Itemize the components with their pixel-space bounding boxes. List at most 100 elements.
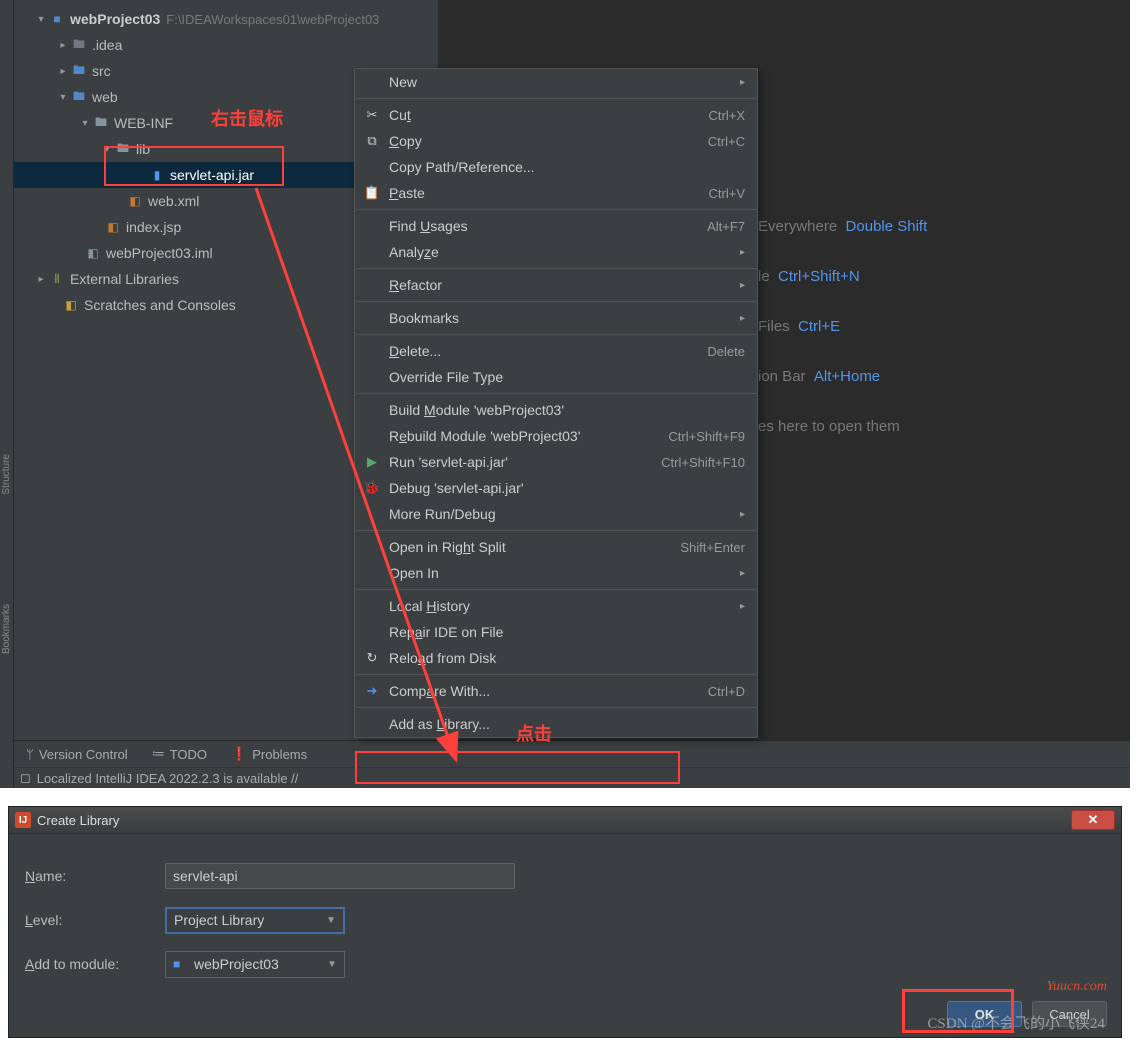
chevron-right-icon[interactable]: ▸ <box>56 40 70 51</box>
chevron-right-icon: ▸ <box>740 601 745 612</box>
menu-label: Bookmarks <box>389 310 459 326</box>
name-input[interactable] <box>165 863 515 889</box>
ide-window: Structure Bookmarks ▾ ■ webProject03 F:\… <box>0 0 1130 788</box>
folder-icon: 🖿 <box>92 114 110 132</box>
jsp-file-icon: ◧ <box>104 218 122 236</box>
dialog-titlebar[interactable]: IJ Create Library ✕ <box>9 807 1121 834</box>
chevron-right-icon[interactable]: ▸ <box>56 66 70 77</box>
annotation-click: 点击 <box>516 720 552 746</box>
menu-item-open-in-right-split[interactable]: Open in Right SplitShift+Enter <box>355 534 757 560</box>
menu-shortcut: Delete <box>707 344 745 359</box>
menu-item-more-run-debug[interactable]: More Run/Debug ▸ <box>355 501 757 527</box>
folder-icon: 🖿 <box>114 140 132 158</box>
menu-label: Rebuild Module 'webProject03' <box>389 428 580 444</box>
menu-separator <box>355 209 757 210</box>
sidebar-structure[interactable]: Structure <box>1 454 12 495</box>
web-folder-icon: 🖿 <box>70 88 88 106</box>
chevron-right-icon: ▸ <box>740 280 745 291</box>
menu-item-bookmarks[interactable]: Bookmarks▸ <box>355 305 757 331</box>
menu-label: Compare With... <box>389 683 490 699</box>
watermark-yuucn: Yuucn.com <box>1046 979 1107 995</box>
status-todo[interactable]: ≔TODO <box>140 746 219 762</box>
annotation-rightclick: 右击鼠标 <box>211 105 283 131</box>
menu-label: New <box>389 74 417 90</box>
menu-item-run-servlet-api-jar[interactable]: ▶Run 'servlet-api.jar'Ctrl+Shift+F10 <box>355 449 757 475</box>
menu-item-local-history[interactable]: Local History▸ <box>355 593 757 619</box>
chevron-down-icon: ▼ <box>327 959 337 970</box>
chevron-down-icon[interactable]: ▾ <box>56 92 70 103</box>
status-version-control[interactable]: ᛘVersion Control <box>14 747 140 762</box>
menu-item-refactor[interactable]: Refactor ▸ <box>355 272 757 298</box>
chevron-down-icon: ▼ <box>326 915 336 926</box>
menu-item-build-module-webproject03[interactable]: Build Module 'webProject03' <box>355 397 757 423</box>
menu-shortcut: Ctrl+X <box>709 108 745 123</box>
create-library-dialog[interactable]: IJ Create Library ✕ Name: Level: Project… <box>8 806 1122 1038</box>
menu-item-repair-ide-on-file[interactable]: Repair IDE on File <box>355 619 757 645</box>
context-menu[interactable]: New▸✂CutCtrl+X⧉CopyCtrl+CCopy Path/Refer… <box>354 68 758 738</box>
chevron-down-icon[interactable]: ▾ <box>34 14 48 25</box>
menu-item-reload-from-disk[interactable]: ↻Reload from Disk <box>355 645 757 671</box>
menu-item-analyze[interactable]: Analyze▸ <box>355 239 757 265</box>
menu-label: Copy Path/Reference... <box>389 159 535 175</box>
dialog-container: IJ Create Library ✕ Name: Level: Project… <box>0 806 1130 1042</box>
level-combo[interactable]: Project Library▼ <box>165 907 345 934</box>
menu-item-new[interactable]: New▸ <box>355 69 757 95</box>
menu-label: Run 'servlet-api.jar' <box>389 454 508 470</box>
status-bar-tools: ᛘVersion Control ≔TODO ❗Problems <box>14 740 1130 767</box>
menu-shortcut: Shift+Enter <box>680 540 745 555</box>
status-problems[interactable]: ❗Problems <box>219 746 319 762</box>
menu-item-open-in[interactable]: Open In▸ <box>355 560 757 586</box>
menu-item-rebuild-module-webproject03[interactable]: Rebuild Module 'webProject03'Ctrl+Shift+… <box>355 423 757 449</box>
menu-item-cut[interactable]: ✂CutCtrl+X <box>355 102 757 128</box>
menu-item-delete[interactable]: Delete... Delete <box>355 338 757 364</box>
menu-label: Open In <box>389 565 439 581</box>
menu-icon: ➜ <box>363 683 381 699</box>
menu-separator <box>355 707 757 708</box>
menu-item-copy[interactable]: ⧉CopyCtrl+C <box>355 128 757 154</box>
menu-icon: 🐞 <box>363 480 381 496</box>
module-combo[interactable]: ■webProject03▼ <box>165 951 345 978</box>
project-name: webProject03 <box>70 11 160 27</box>
menu-label: More Run/Debug <box>389 506 496 522</box>
hint-recent-files: Files Ctrl+E <box>758 318 840 335</box>
watermark-csdn: CSDN @不会飞的小飞侠24 <box>927 1012 1105 1033</box>
menu-separator <box>355 334 757 335</box>
left-gutter: Structure Bookmarks <box>0 0 14 788</box>
tree-node-idea[interactable]: ▸🖿.idea <box>14 32 438 58</box>
menu-item-override-file-type[interactable]: Override File Type <box>355 364 757 390</box>
sidebar-bookmarks[interactable]: Bookmarks <box>1 604 12 654</box>
module-icon: ■ <box>173 957 189 971</box>
chevron-right-icon[interactable]: ▸ <box>34 274 48 285</box>
hint-search-everywhere: Everywhere Double Shift <box>758 218 927 235</box>
menu-separator <box>355 393 757 394</box>
menu-label: Build Module 'webProject03' <box>389 402 564 418</box>
menu-label: Delete... <box>389 343 441 359</box>
menu-label: Cut <box>389 107 411 123</box>
menu-item-paste[interactable]: 📋PasteCtrl+V <box>355 180 757 206</box>
menu-item-copy-path-reference[interactable]: Copy Path/Reference... <box>355 154 757 180</box>
menu-label: Analyze <box>389 244 439 260</box>
dialog-title: Create Library <box>37 813 119 828</box>
menu-shortcut: Ctrl+V <box>709 186 745 201</box>
menu-label: Reload from Disk <box>389 650 496 666</box>
hint-drop-files: es here to open them <box>758 418 900 435</box>
close-icon[interactable]: ✕ <box>1071 810 1115 830</box>
menu-item-compare-with[interactable]: ➜Compare With...Ctrl+D <box>355 678 757 704</box>
menu-item-add-as-library[interactable]: Add as Library... <box>355 711 757 737</box>
chevron-down-icon[interactable]: ▾ <box>78 118 92 129</box>
chevron-down-icon[interactable]: ▾ <box>100 144 114 155</box>
menu-separator <box>355 98 757 99</box>
iml-file-icon: ◧ <box>84 244 102 262</box>
app-icon: IJ <box>15 812 31 828</box>
scratches-icon: ◧ <box>62 296 80 314</box>
chevron-right-icon: ▸ <box>740 509 745 520</box>
menu-label: Add as Library... <box>389 716 490 732</box>
menu-label: Override File Type <box>389 369 503 385</box>
menu-item-debug-servlet-api-jar[interactable]: 🐞Debug 'servlet-api.jar' <box>355 475 757 501</box>
dialog-body: Name: Level: Project Library▼ Add to mod… <box>9 834 1121 996</box>
tree-project-root[interactable]: ▾ ■ webProject03 F:\IDEAWorkspaces01\web… <box>14 6 438 32</box>
menu-item-find-usages[interactable]: Find UsagesAlt+F7 <box>355 213 757 239</box>
menu-label: Refactor <box>389 277 442 293</box>
level-label: Level: <box>25 912 165 928</box>
menu-separator <box>355 589 757 590</box>
